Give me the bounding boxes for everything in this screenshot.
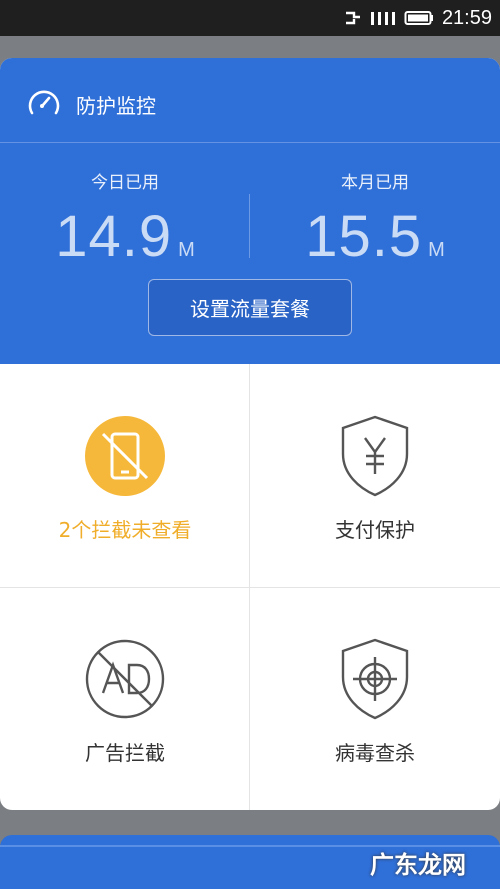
tile-ad-block-label: 广告拦截 [85, 741, 165, 765]
tile-blocked-unviewed-label: 2个拦截未查看 [58, 518, 192, 542]
tile-payment-protection-label: 支付保护 [335, 518, 415, 542]
tile-virus-scan[interactable]: 病毒查杀 [250, 587, 500, 810]
card-header: 防护监控 今日已用 14.9 M 本月已用 15.5 M 设置流量套餐 [0, 58, 500, 364]
today-usage: 今日已用 14.9 M [0, 168, 250, 270]
today-usage-value: 14.9 [55, 204, 173, 269]
header-divider [0, 142, 500, 143]
usb-icon [344, 10, 362, 26]
status-time: 21:59 [441, 6, 492, 29]
header-title-row: 防护监控 [26, 86, 156, 122]
battery-icon [404, 10, 434, 26]
ad-block-icon [85, 639, 165, 719]
feature-grid: 2个拦截未查看 支付保护 广告拦截 病毒查杀 [0, 364, 500, 810]
protection-monitor-card: 防护监控 今日已用 14.9 M 本月已用 15.5 M 设置流量套餐 2个拦截… [0, 58, 500, 810]
today-usage-label: 今日已用 [91, 173, 159, 193]
month-usage-value: 15.5 [305, 204, 423, 269]
blocked-phone-icon [85, 416, 165, 496]
tile-blocked-unviewed[interactable]: 2个拦截未查看 [0, 364, 250, 587]
status-bar: 21:59 [0, 0, 500, 36]
month-usage-unit: M [428, 239, 445, 261]
month-usage: 本月已用 15.5 M [250, 168, 500, 270]
tile-virus-scan-label: 病毒查杀 [335, 741, 415, 765]
tile-ad-block[interactable]: 广告拦截 [0, 587, 250, 810]
signal-icon [370, 10, 396, 26]
crosshair-shield-icon [335, 638, 415, 720]
set-data-plan-button[interactable]: 设置流量套餐 [148, 279, 352, 336]
yuan-shield-icon [335, 415, 415, 497]
today-usage-unit: M [178, 239, 195, 261]
month-usage-label: 本月已用 [341, 173, 409, 193]
watermark: 广东龙网 [370, 851, 466, 879]
tile-payment-protection[interactable]: 支付保护 [250, 364, 500, 587]
speedometer-icon [26, 86, 76, 122]
header-title: 防护监控 [76, 93, 156, 118]
